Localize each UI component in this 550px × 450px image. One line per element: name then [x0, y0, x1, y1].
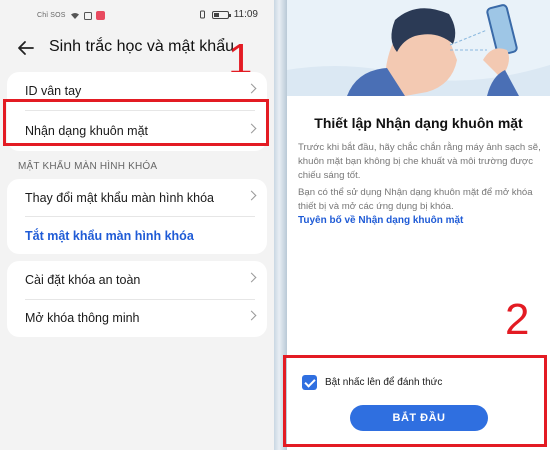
face-recognition-statement-link[interactable]: Tuyên bố về Nhận dạng khuôn mặt — [298, 215, 463, 226]
back-arrow-icon[interactable] — [16, 38, 36, 58]
chevron-right-icon — [246, 310, 257, 321]
disable-lock-password-item[interactable]: Tắt mật khẩu màn hình khóa — [25, 217, 265, 255]
step-2-annotation: 2 — [505, 295, 530, 344]
carrier-text: Chỉ SOS — [37, 12, 66, 19]
secure-lock-settings-item[interactable]: Cài đặt khóa an toàn — [25, 261, 265, 299]
smart-unlock-item[interactable]: Mở khóa thông minh — [25, 299, 265, 337]
chevron-right-icon — [246, 190, 257, 201]
face-recognition-illustration — [287, 0, 550, 96]
data-icon — [83, 11, 92, 20]
wifi-icon — [70, 12, 79, 19]
secure-lock-settings-label: Cài đặt khóa an toàn — [25, 273, 141, 287]
chevron-right-icon — [246, 83, 257, 94]
change-lock-password-item[interactable]: Thay đổi mật khẩu màn hình khóa — [25, 179, 265, 217]
disable-lock-password-link: Tắt mật khẩu màn hình khóa — [25, 229, 194, 243]
page-title: Sinh trắc học và mật khẩu — [49, 38, 234, 55]
clock: 11:09 — [233, 9, 258, 20]
change-lock-password-label: Thay đổi mật khẩu màn hình khóa — [25, 191, 215, 205]
battery-icon — [211, 10, 231, 19]
chevron-right-icon — [246, 272, 257, 283]
highlight-box-start — [283, 355, 547, 447]
app-notification-icon — [95, 11, 105, 20]
vibrate-icon — [199, 10, 205, 19]
section-header-lock-password: MẬT KHẨU MÀN HÌNH KHÓA — [18, 161, 158, 172]
lock-password-card: Thay đổi mật khẩu màn hình khóa Tắt mật … — [7, 179, 267, 254]
highlight-box-face-recognition — [3, 99, 269, 146]
fingerprint-id-label: ID vân tay — [25, 84, 82, 98]
settings-screen: Chỉ SOS 11:09 Sinh trắc học và mật khẩu … — [0, 0, 274, 450]
status-bar: Chỉ SOS 11:09 — [0, 0, 274, 32]
usage-paragraph: Bạn có thể sử dụng Nhận dạng khuôn mặt đ… — [298, 187, 533, 212]
instructions-paragraph: Trước khi bắt đầu, hãy chắc chắn rằng má… — [298, 142, 541, 181]
smart-unlock-label: Mở khóa thông minh — [25, 311, 140, 325]
setup-title: Thiết lập Nhận dạng khuôn mặt — [314, 115, 523, 131]
security-card: Cài đặt khóa an toàn Mở khóa thông minh — [7, 261, 267, 337]
